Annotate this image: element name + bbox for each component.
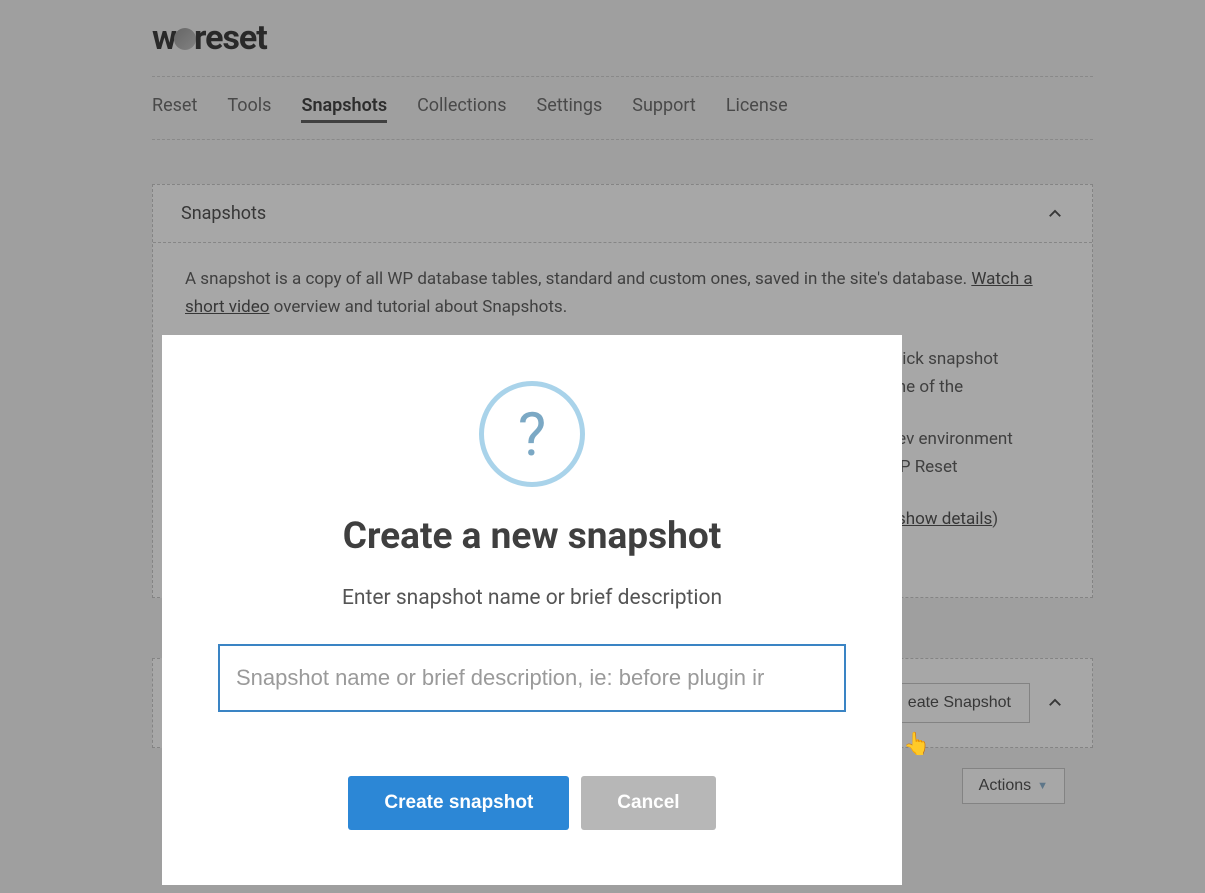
modal-title: Create a new snapshot [218, 515, 846, 558]
question-icon: ? [479, 381, 585, 487]
create-snapshot-modal: ? Create a new snapshot Enter snapshot n… [162, 335, 902, 885]
modal-subtitle: Enter snapshot name or brief description [218, 586, 846, 610]
snapshot-name-input[interactable] [218, 644, 846, 712]
confirm-create-snapshot-button[interactable]: Create snapshot [348, 776, 569, 830]
cancel-button[interactable]: Cancel [581, 776, 715, 830]
